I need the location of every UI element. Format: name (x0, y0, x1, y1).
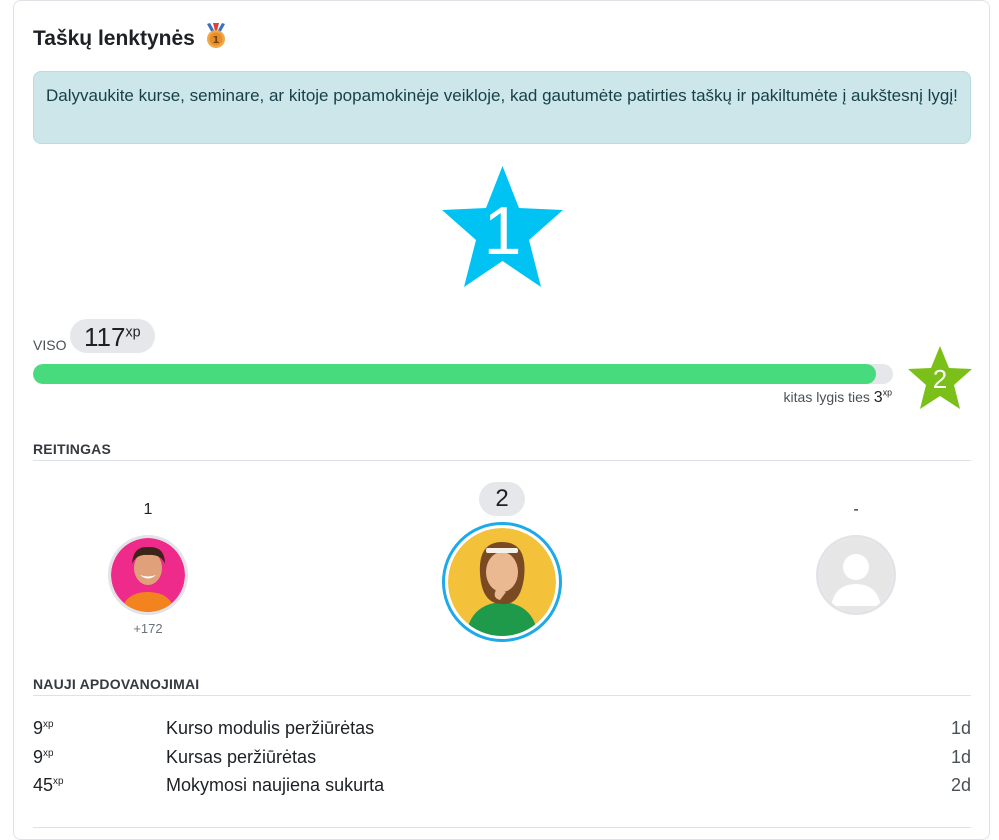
block-title: Taškų lenktynės 1 (33, 23, 227, 55)
next-level-value: 3xp (873, 387, 892, 406)
award-xp: 9xp (33, 718, 53, 739)
next-level: 2 (932, 364, 948, 394)
award-xp: 45xp (33, 775, 63, 796)
award-xp: 9xp (33, 747, 53, 768)
award-time: 1d (950, 718, 971, 738)
award-time: 2d (950, 775, 971, 795)
next-level-number: 3 (873, 389, 883, 406)
ranking-position: 2 (479, 482, 525, 516)
ranking-position: 1 (143, 501, 153, 518)
info-alert: Dalyvaukite kurse, seminare, ar kitoje p… (33, 71, 971, 144)
block-title-text: Taškų lenktynės (33, 27, 195, 50)
ranking-entry-1[interactable]: 1 +172 (106, 501, 190, 636)
next-level-info: kitas lygis ties 3xp (783, 387, 892, 407)
award-xp-value: 9 (33, 747, 44, 767)
total-xp-unit: xp (125, 324, 141, 341)
avatar (108, 535, 188, 615)
svg-text:1: 1 (212, 35, 219, 46)
avatar (442, 522, 562, 642)
award-xp-unit: xp (43, 748, 54, 759)
award-xp-value: 9 (33, 718, 44, 738)
total-xp: 117xp (70, 319, 155, 353)
ranking-position: - (853, 501, 859, 518)
award-xp-value: 45 (33, 775, 54, 795)
awards-heading: NAUJI APDOVANOJIMAI (33, 676, 971, 696)
xp-block-card: Taškų lenktynės 1 Dalyvaukite kurse, sem… (13, 0, 990, 840)
award-xp-unit: xp (43, 719, 54, 730)
next-level-label: kitas lygis ties (783, 389, 870, 405)
award-time: 1d (950, 747, 971, 767)
level-progress-fill (33, 364, 876, 384)
medal-icon: 1 (205, 23, 227, 55)
divider (33, 827, 971, 828)
award-xp-unit: xp (53, 776, 64, 787)
award-row: 9xp Kursas peržiūrėtas 1d (33, 747, 971, 775)
next-level-unit: xp (882, 387, 892, 398)
avatar-placeholder-icon (816, 535, 896, 615)
award-row: 9xp Kurso modulis peržiūrėtas 1d (33, 718, 971, 746)
award-description: Kurso modulis peržiūrėtas (166, 718, 375, 738)
current-level: 1 (483, 193, 522, 269)
ranking-heading: REITINGAS (33, 441, 971, 461)
ranking-entry-3[interactable]: - (814, 501, 898, 615)
award-description: Mokymosi naujiena sukurta (166, 775, 385, 795)
level-progress-bar (33, 364, 893, 384)
award-row: 45xp Mokymosi naujiena sukurta 2d (33, 775, 971, 803)
total-xp-value: 117 (84, 322, 126, 352)
ranking-entry-2[interactable]: 2 (442, 482, 562, 642)
ranking-xp-diff: +172 (133, 621, 163, 636)
total-label: VISO (33, 337, 67, 353)
award-description: Kursas peržiūrėtas (166, 747, 317, 767)
